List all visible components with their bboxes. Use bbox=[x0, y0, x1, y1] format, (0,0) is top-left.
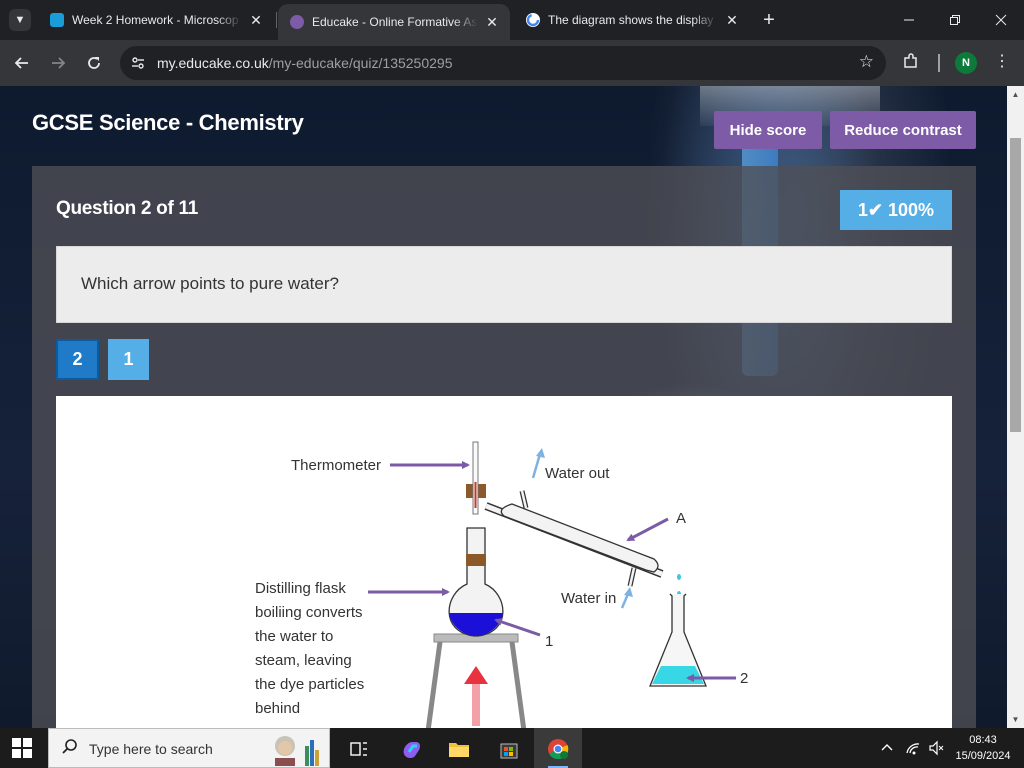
url-domain: my.educake.co.uk bbox=[157, 55, 269, 71]
water-in-label: Water in bbox=[561, 590, 616, 607]
flask-caption-line: the dye particles bbox=[255, 676, 364, 693]
question-box: Which arrow points to pure water? bbox=[56, 246, 952, 323]
close-icon[interactable]: ✕ bbox=[484, 14, 500, 31]
task-view-icon[interactable] bbox=[346, 736, 372, 762]
flask-caption-line: steam, leaving bbox=[255, 652, 352, 669]
new-tab-icon[interactable]: + bbox=[758, 8, 780, 32]
thermometer bbox=[472, 441, 479, 515]
tray-overflow-chevron-icon[interactable] bbox=[880, 740, 894, 757]
volume-muted-icon[interactable] bbox=[928, 740, 944, 759]
copilot-icon[interactable] bbox=[398, 736, 424, 762]
restore-icon[interactable] bbox=[932, 0, 978, 40]
arrow-1-label: 1 bbox=[545, 633, 553, 650]
thermometer-label: Thermometer bbox=[291, 457, 381, 474]
score-badge: 1✔ 100% bbox=[840, 190, 952, 230]
arrow-a-label: A bbox=[676, 510, 686, 527]
flask-caption-line: boiliing converts bbox=[255, 604, 363, 621]
page-viewport: GCSE Science - Chemistry Hide score Redu… bbox=[0, 86, 1007, 728]
microsoft-store-icon[interactable] bbox=[496, 736, 522, 762]
scroll-down-arrow-icon[interactable]: ▼ bbox=[1007, 711, 1024, 728]
tab-divider bbox=[276, 12, 277, 28]
classroom-favicon-icon bbox=[50, 13, 64, 27]
flask-caption-line: behind bbox=[255, 700, 300, 717]
minimize-icon[interactable] bbox=[886, 0, 932, 40]
close-window-icon[interactable] bbox=[978, 0, 1024, 40]
windows-start-icon[interactable] bbox=[12, 738, 32, 758]
arrow-2-label: 2 bbox=[740, 670, 748, 687]
toolbar-divider bbox=[938, 54, 940, 72]
tab-week2-homework[interactable]: Week 2 Homework - Microscop ✕ bbox=[38, 6, 274, 34]
tab-title: The diagram shows the display bbox=[548, 13, 714, 27]
bookmark-star-icon[interactable]: ☆ bbox=[859, 52, 874, 72]
tab-search-chevron-icon[interactable]: ▼ bbox=[9, 9, 31, 31]
site-settings-icon[interactable] bbox=[130, 55, 146, 71]
answer-option-1[interactable]: 1 bbox=[108, 339, 149, 380]
chrome-icon[interactable] bbox=[545, 736, 571, 762]
url-path: /my-educake/quiz/135250295 bbox=[268, 55, 453, 71]
profile-avatar[interactable]: N bbox=[955, 52, 977, 74]
course-title: GCSE Science - Chemistry bbox=[32, 110, 304, 135]
liebig-condenser bbox=[484, 490, 664, 587]
address-bar[interactable]: my.educake.co.uk/my-educake/quiz/1352502… bbox=[120, 46, 886, 80]
url-text[interactable]: my.educake.co.uk/my-educake/quiz/1352502… bbox=[157, 55, 452, 71]
browser-tab-strip: ▼ Week 2 Homework - Microscop ✕ Educake … bbox=[0, 0, 1024, 40]
taskbar-search-box[interactable]: Type here to search bbox=[48, 728, 330, 768]
tab-google-search[interactable]: The diagram shows the display ✕ bbox=[514, 6, 750, 34]
close-icon[interactable]: ✕ bbox=[724, 12, 740, 29]
clock-date: 15/09/2024 bbox=[955, 750, 1011, 762]
reduce-contrast-button[interactable]: Reduce contrast bbox=[830, 111, 976, 149]
question-count: Question 2 of 11 bbox=[56, 198, 198, 219]
clock-time: 08:43 bbox=[969, 734, 997, 746]
educake-favicon-icon bbox=[290, 15, 304, 29]
hide-score-button[interactable]: Hide score bbox=[714, 111, 822, 149]
google-favicon-icon bbox=[526, 13, 540, 27]
tab-title: Educake - Online Formative Ass bbox=[312, 15, 478, 29]
question-text: Which arrow points to pure water? bbox=[81, 274, 339, 293]
search-placeholder: Type here to search bbox=[89, 741, 213, 757]
search-highlight-art-icon bbox=[275, 736, 319, 766]
distillation-diagram-panel: Thermometer Water out Water in A 1 2 Dis… bbox=[56, 396, 952, 728]
forward-arrow-icon[interactable] bbox=[44, 49, 72, 77]
heat-arrow-icon bbox=[464, 666, 488, 726]
scroll-thumb[interactable] bbox=[1010, 138, 1021, 432]
reload-icon[interactable] bbox=[80, 49, 108, 77]
distillation-diagram: Thermometer Water out Water in A 1 2 Dis… bbox=[255, 441, 748, 728]
extensions-puzzle-icon[interactable] bbox=[900, 52, 922, 74]
browser-toolbar: my.educake.co.uk/my-educake/quiz/1352502… bbox=[0, 40, 1024, 86]
back-arrow-icon[interactable] bbox=[8, 49, 36, 77]
tab-educake[interactable]: Educake - Online Formative Ass ✕ bbox=[278, 4, 510, 40]
browser-menu-icon[interactable]: ⋮ bbox=[994, 51, 1010, 71]
conical-flask bbox=[649, 593, 707, 687]
file-explorer-icon[interactable] bbox=[446, 736, 472, 762]
close-icon[interactable]: ✕ bbox=[248, 12, 264, 29]
network-wifi-icon[interactable] bbox=[905, 740, 921, 759]
answer-option-2[interactable]: 2 bbox=[56, 339, 99, 380]
page-scrollbar[interactable]: ▲ ▼ bbox=[1007, 86, 1024, 728]
taskbar-clock[interactable]: 08:43 15/09/2024 bbox=[948, 732, 1018, 764]
windows-taskbar: Type here to search 08:43 15/09/2024 bbox=[0, 728, 1024, 768]
quiz-card: Question 2 of 11 1✔ 100% Which arrow poi… bbox=[32, 166, 976, 728]
flask-caption-line: Distilling flask bbox=[255, 580, 346, 597]
tab-title: Week 2 Homework - Microscop bbox=[72, 13, 239, 27]
water-out-label: Water out bbox=[545, 465, 610, 482]
search-icon bbox=[61, 738, 79, 761]
scroll-up-arrow-icon[interactable]: ▲ bbox=[1007, 86, 1024, 103]
flask-caption-line: the water to bbox=[255, 628, 333, 645]
